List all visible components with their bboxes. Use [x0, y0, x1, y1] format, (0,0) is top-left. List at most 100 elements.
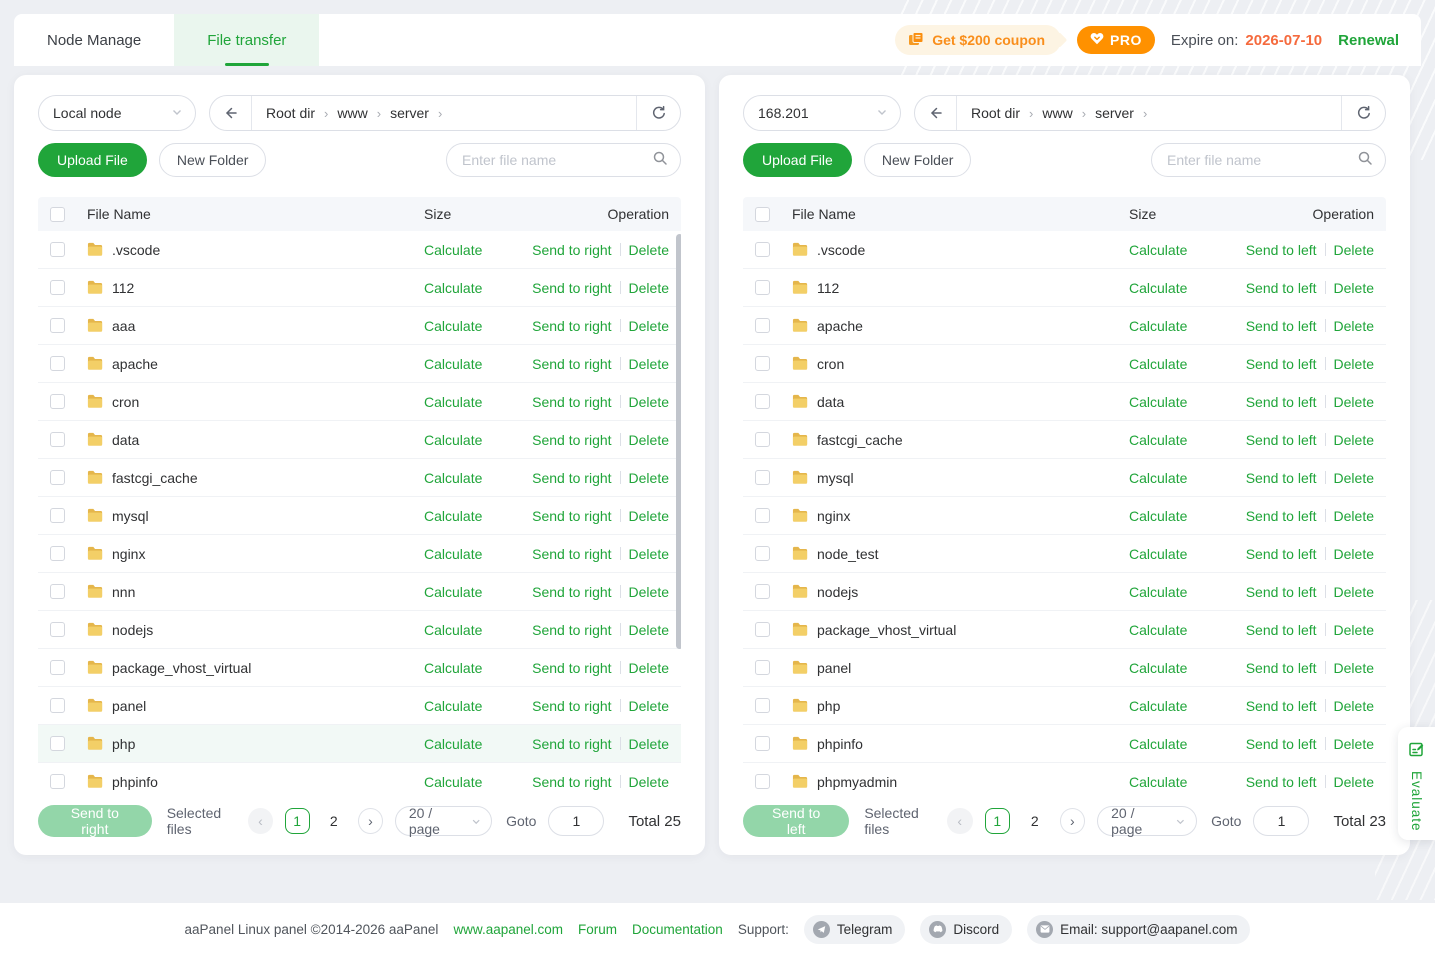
next-page-button[interactable]: › [358, 808, 383, 834]
calculate-link[interactable]: Calculate [424, 318, 499, 334]
file-name[interactable]: fastcgi_cache [817, 432, 1129, 448]
file-name[interactable]: .vscode [112, 242, 424, 258]
goto-page-input[interactable] [1253, 806, 1309, 836]
send-link[interactable]: Send to left [1246, 660, 1317, 676]
row-checkbox[interactable] [755, 280, 770, 295]
file-name[interactable]: nodejs [817, 584, 1129, 600]
file-name[interactable]: aaa [112, 318, 424, 334]
calculate-link[interactable]: Calculate [424, 394, 499, 410]
table-row[interactable]: cron Calculate Send to right Delete [38, 383, 681, 421]
send-link[interactable]: Send to right [532, 584, 611, 600]
file-name[interactable]: package_vhost_virtual [817, 622, 1129, 638]
file-name[interactable]: phpinfo [112, 774, 424, 790]
table-row[interactable]: mysql Calculate Send to left Delete [743, 459, 1386, 497]
row-checkbox[interactable] [755, 698, 770, 713]
file-name[interactable]: phpmyadmin [817, 774, 1129, 790]
search-input[interactable] [1167, 152, 1357, 168]
row-checkbox[interactable] [755, 394, 770, 409]
delete-link[interactable]: Delete [1334, 660, 1374, 676]
calculate-link[interactable]: Calculate [424, 432, 499, 448]
table-row[interactable]: package_vhost_virtual Calculate Send to … [38, 649, 681, 687]
file-name[interactable]: nginx [817, 508, 1129, 524]
calculate-link[interactable]: Calculate [1129, 736, 1204, 752]
row-checkbox[interactable] [755, 546, 770, 561]
row-checkbox[interactable] [50, 622, 65, 637]
page-size-select[interactable]: 20 / page [1097, 806, 1197, 836]
new-folder-button[interactable]: New Folder [864, 143, 972, 177]
send-link[interactable]: Send to left [1246, 546, 1317, 562]
page-2-button[interactable]: 2 [322, 808, 347, 834]
prev-page-button[interactable]: ‹ [947, 808, 973, 834]
delete-link[interactable]: Delete [629, 470, 669, 486]
calculate-link[interactable]: Calculate [424, 546, 499, 562]
delete-link[interactable]: Delete [1334, 546, 1374, 562]
calculate-link[interactable]: Calculate [1129, 622, 1204, 638]
send-link[interactable]: Send to right [532, 318, 611, 334]
send-link[interactable]: Send to right [532, 546, 611, 562]
file-name[interactable]: panel [817, 660, 1129, 676]
calculate-link[interactable]: Calculate [1129, 318, 1204, 334]
row-checkbox[interactable] [50, 584, 65, 599]
back-button[interactable] [915, 96, 957, 130]
file-name[interactable]: 112 [112, 280, 424, 296]
calculate-link[interactable]: Calculate [424, 622, 499, 638]
send-link[interactable]: Send to right [532, 432, 611, 448]
node-select[interactable]: 168.201 [743, 95, 901, 131]
delete-link[interactable]: Delete [629, 508, 669, 524]
website-link[interactable]: www.aapanel.com [453, 922, 563, 937]
delete-link[interactable]: Delete [1334, 432, 1374, 448]
refresh-button[interactable] [1341, 96, 1385, 130]
coupon-banner[interactable]: Get $200 coupon [895, 25, 1061, 55]
calculate-link[interactable]: Calculate [1129, 508, 1204, 524]
delete-link[interactable]: Delete [1334, 736, 1374, 752]
calculate-link[interactable]: Calculate [1129, 242, 1204, 258]
delete-link[interactable]: Delete [1334, 318, 1374, 334]
calculate-link[interactable]: Calculate [1129, 394, 1204, 410]
node-select[interactable]: Local node [38, 95, 196, 131]
calculate-link[interactable]: Calculate [424, 736, 499, 752]
delete-link[interactable]: Delete [629, 660, 669, 676]
breadcrumb-item[interactable]: www [1042, 105, 1072, 121]
send-link[interactable]: Send to right [532, 356, 611, 372]
upload-file-button[interactable]: Upload File [38, 143, 147, 177]
renewal-link[interactable]: Renewal [1338, 32, 1399, 49]
table-row[interactable]: nodejs Calculate Send to right Delete [38, 611, 681, 649]
delete-link[interactable]: Delete [629, 698, 669, 714]
send-link[interactable]: Send to right [532, 508, 611, 524]
breadcrumb-item[interactable]: server [1095, 105, 1134, 121]
table-row[interactable]: apache Calculate Send to right Delete [38, 345, 681, 383]
file-name[interactable]: fastcgi_cache [112, 470, 424, 486]
forum-link[interactable]: Forum [578, 922, 617, 937]
row-checkbox[interactable] [755, 356, 770, 371]
row-checkbox[interactable] [50, 660, 65, 675]
send-link[interactable]: Send to right [532, 774, 611, 790]
calculate-link[interactable]: Calculate [424, 280, 499, 296]
delete-link[interactable]: Delete [1334, 508, 1374, 524]
table-row[interactable]: .vscode Calculate Send to right Delete [38, 231, 681, 269]
page-2-button[interactable]: 2 [1022, 808, 1048, 834]
table-row[interactable]: node_test Calculate Send to left Delete [743, 535, 1386, 573]
table-row[interactable]: aaa Calculate Send to right Delete [38, 307, 681, 345]
upload-file-button[interactable]: Upload File [743, 143, 852, 177]
table-row[interactable]: phpmyadmin Calculate Send to left Delete [743, 763, 1386, 791]
send-link[interactable]: Send to left [1246, 280, 1317, 296]
file-name[interactable]: 112 [817, 280, 1129, 296]
table-row[interactable]: .vscode Calculate Send to left Delete [743, 231, 1386, 269]
tab-file-transfer[interactable]: File transfer [174, 14, 319, 66]
row-checkbox[interactable] [50, 356, 65, 371]
calculate-link[interactable]: Calculate [424, 356, 499, 372]
table-row[interactable]: 112 Calculate Send to left Delete [743, 269, 1386, 307]
file-name[interactable]: panel [112, 698, 424, 714]
send-link[interactable]: Send to left [1246, 470, 1317, 486]
row-checkbox[interactable] [755, 508, 770, 523]
discord-button[interactable]: Discord [920, 915, 1012, 944]
delete-link[interactable]: Delete [629, 394, 669, 410]
send-to-right-button[interactable]: Send to right [38, 805, 152, 837]
calculate-link[interactable]: Calculate [1129, 356, 1204, 372]
send-link[interactable]: Send to left [1246, 356, 1317, 372]
row-checkbox[interactable] [755, 242, 770, 257]
table-row[interactable]: apache Calculate Send to left Delete [743, 307, 1386, 345]
file-name[interactable]: nginx [112, 546, 424, 562]
calculate-link[interactable]: Calculate [424, 242, 499, 258]
table-row[interactable]: nginx Calculate Send to left Delete [743, 497, 1386, 535]
